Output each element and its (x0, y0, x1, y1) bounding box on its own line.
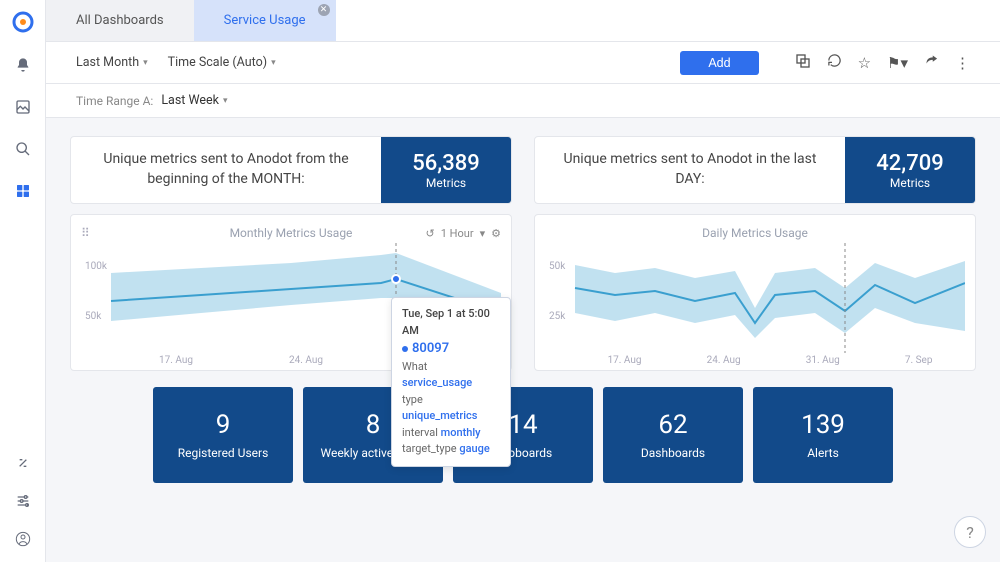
chart-svg (545, 243, 965, 353)
sidebar (0, 0, 46, 562)
tabs: All Dashboards Service Usage ✕ (46, 0, 1000, 42)
subbar-label: Time Range A: (76, 94, 153, 108)
metric-value-box: 56,389 Metrics (381, 137, 511, 203)
chart-title: Daily Metrics Usage (702, 226, 808, 240)
x-tick: 7. Sep (905, 355, 933, 366)
refresh-icon[interactable] (827, 53, 842, 72)
y-tick: 100k (85, 261, 107, 272)
chevron-down-icon[interactable]: ▾ (480, 227, 486, 240)
tab-service-usage[interactable]: Service Usage ✕ (194, 0, 336, 41)
x-tick: 17. Aug (608, 355, 642, 366)
image-icon[interactable] (14, 98, 32, 116)
chevron-down-icon: ▾ (271, 58, 276, 68)
help-button[interactable]: ? (954, 516, 986, 548)
tooltip-time: Tue, Sep 1 at 5:00 AM (402, 306, 500, 339)
metric-unit: Metrics (890, 176, 930, 190)
y-tick: 50k (549, 261, 565, 272)
chart-title: Monthly Metrics Usage (230, 226, 353, 240)
time-range-subbar: Time Range A: Last Week ▾ (46, 84, 1000, 118)
stat-registered-users: 9 Registered Users (153, 387, 293, 483)
chevron-down-icon: ▾ (223, 96, 228, 106)
chart-monthly: ⠿ Monthly Metrics Usage ↺ 1 Hour ▾ ⚙ 100… (70, 214, 512, 371)
stat-number: 8 (366, 410, 381, 440)
stat-alerts: 139 Alerts (753, 387, 893, 483)
tab-label: Service Usage (224, 13, 306, 28)
metric-unit: Metrics (426, 176, 466, 190)
metric-card-day: Unique metrics sent to Anodot in the las… (534, 136, 976, 204)
chart-daily: Daily Metrics Usage 50k 25k 17. Aug 2 (534, 214, 976, 371)
flag-icon[interactable]: ⚑▾ (887, 54, 908, 72)
drag-handle-icon[interactable]: ⠿ (81, 226, 90, 240)
stat-number: 14 (508, 410, 537, 440)
search-icon[interactable] (14, 140, 32, 158)
more-icon[interactable]: ⋮ (955, 54, 970, 72)
dashboard-icon[interactable] (14, 182, 32, 200)
add-button[interactable]: Add (680, 51, 758, 75)
interval-label[interactable]: 1 Hour (441, 227, 474, 240)
settings-sliders-icon[interactable] (14, 492, 32, 510)
metric-value-box: 42,709 Metrics (845, 137, 975, 203)
chevron-down-icon: ▾ (143, 58, 148, 68)
metric-text: Unique metrics sent to Anodot from the b… (71, 137, 381, 203)
stat-label: Dashboards (641, 446, 705, 460)
x-tick: 24. Aug (707, 355, 741, 366)
time-range-a-dropdown[interactable]: Last Week ▾ (161, 93, 227, 108)
user-avatar-icon[interactable] (14, 530, 32, 548)
chart-tooltip: Tue, Sep 1 at 5:00 AM 80097 What service… (391, 297, 511, 467)
history-icon[interactable]: ↺ (426, 227, 435, 240)
logo-icon (11, 10, 35, 34)
dashboard-content: Unique metrics sent to Anodot from the b… (46, 118, 1000, 562)
dropdown-label: Time Scale (Auto) (168, 55, 267, 70)
gear-icon[interactable]: ⚙ (491, 227, 501, 240)
dropdown-label: Last Week (161, 93, 219, 108)
y-tick: 25k (549, 311, 565, 322)
tab-label: All Dashboards (76, 13, 164, 28)
stat-label: Registered Users (178, 446, 269, 460)
close-icon[interactable]: ✕ (318, 4, 330, 16)
time-range-dropdown[interactable]: Last Month ▾ (76, 55, 148, 70)
tab-all-dashboards[interactable]: All Dashboards (46, 0, 194, 41)
metric-card-month: Unique metrics sent to Anodot from the b… (70, 136, 512, 204)
stat-number: 9 (216, 410, 231, 440)
x-tick: 24. Aug (289, 355, 323, 366)
x-tick: 17. Aug (159, 355, 193, 366)
stat-number: 62 (658, 410, 687, 440)
metric-number: 42,709 (876, 151, 943, 176)
metric-number: 56,389 (412, 151, 479, 176)
integrations-icon[interactable] (14, 454, 32, 472)
dropdown-label: Last Month (76, 55, 139, 70)
star-icon[interactable]: ☆ (858, 54, 871, 72)
stat-label: Alerts (807, 446, 839, 460)
x-tick: 31. Aug (806, 355, 840, 366)
tooltip-value: 80097 (402, 339, 500, 359)
stat-dashboards: 62 Dashboards (603, 387, 743, 483)
toolbar: Last Month▾ Time Scale (Auto)▾ Add ☆ ⚑▾ … (46, 42, 1000, 84)
layout-icon[interactable] (795, 53, 811, 73)
bell-icon[interactable] (14, 56, 32, 74)
stat-number: 139 (801, 410, 845, 440)
stats-row: 9Registered Users 8Weekly active users 1… (70, 387, 976, 483)
metric-text: Unique metrics sent to Anodot in the las… (535, 137, 845, 203)
y-tick: 50k (85, 311, 101, 322)
time-scale-dropdown[interactable]: Time Scale (Auto) ▾ (168, 55, 276, 70)
share-icon[interactable] (924, 53, 939, 72)
